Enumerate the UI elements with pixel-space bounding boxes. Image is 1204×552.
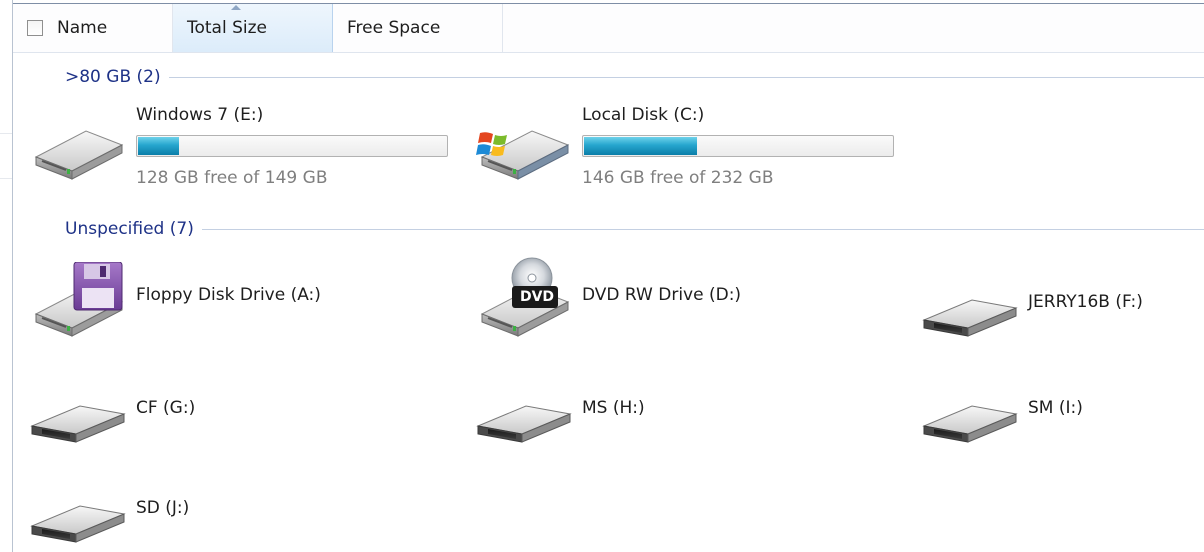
drive-tile-c[interactable]: Local Disk (C:) 146 GB free of 232 GB — [474, 105, 914, 195]
column-header-name[interactable]: Name — [13, 4, 173, 52]
drive-usage-fill — [138, 137, 180, 155]
floppy-drive-icon — [34, 262, 124, 337]
drive-name: CF (G:) — [136, 398, 196, 418]
column-total-size-label: Total Size — [187, 18, 268, 38]
group-header-large[interactable]: >80 GB (2) — [65, 66, 1204, 88]
group-header-unspecified[interactable]: Unspecified (7) — [65, 218, 1204, 240]
left-border-mark — [0, 133, 12, 134]
removable-drive-icon — [30, 505, 126, 543]
drive-usage-bar — [582, 135, 894, 157]
drive-name: SD (J:) — [136, 498, 190, 518]
drive-free-space: 128 GB free of 149 GB — [136, 168, 328, 188]
removable-drive-icon — [922, 405, 1018, 443]
select-all-checkbox[interactable] — [27, 20, 43, 36]
column-header-total-size[interactable]: Total Size — [173, 4, 333, 52]
drive-tile-a[interactable]: Floppy Disk Drive (A:) — [28, 262, 468, 342]
column-free-space-label: Free Space — [347, 18, 441, 38]
drive-name: Local Disk (C:) — [582, 105, 705, 125]
dvd-badge: DVD — [519, 289, 555, 305]
column-header-filler — [503, 4, 1204, 52]
left-border-mark — [0, 178, 12, 179]
drive-tile-i[interactable]: SM (I:) — [920, 390, 1200, 450]
removable-drive-icon — [922, 299, 1018, 337]
column-header-bar: Name Total Size Free Space — [13, 3, 1204, 53]
removable-drive-icon — [476, 405, 572, 443]
drive-free-space: 146 GB free of 232 GB — [582, 168, 774, 188]
drive-name: DVD RW Drive (D:) — [582, 285, 742, 305]
drive-tile-h[interactable]: MS (H:) — [474, 390, 914, 450]
drive-tile-e[interactable]: Windows 7 (E:) 128 GB free of 149 GB — [28, 105, 468, 195]
drive-name: Floppy Disk Drive (A:) — [136, 285, 321, 305]
window-left-border — [0, 0, 13, 552]
group-divider — [201, 228, 1204, 230]
drive-tile-f[interactable]: JERRY16B (F:) — [920, 284, 1200, 344]
column-header-free-space[interactable]: Free Space — [333, 4, 503, 52]
drive-name: SM (I:) — [1028, 398, 1083, 418]
group-divider — [168, 76, 1204, 78]
drive-name: MS (H:) — [582, 398, 645, 418]
drive-name: Windows 7 (E:) — [136, 105, 264, 125]
drive-name: JERRY16B (F:) — [1028, 292, 1143, 312]
windows-hard-drive-icon — [476, 130, 570, 180]
sort-ascending-icon — [231, 5, 241, 10]
hard-drive-icon — [34, 130, 124, 180]
drive-tile-j[interactable]: SD (J:) — [28, 490, 468, 550]
drive-tile-g[interactable]: CF (G:) — [28, 390, 468, 450]
group-label: >80 GB (2) — [65, 67, 161, 87]
removable-drive-icon — [30, 405, 126, 443]
group-label: Unspecified (7) — [65, 219, 194, 239]
drive-tile-d[interactable]: DVD DVD RW Drive (D:) — [474, 256, 914, 342]
drive-usage-bar — [136, 135, 448, 157]
drive-usage-fill — [584, 137, 697, 155]
column-name-label: Name — [57, 18, 108, 38]
